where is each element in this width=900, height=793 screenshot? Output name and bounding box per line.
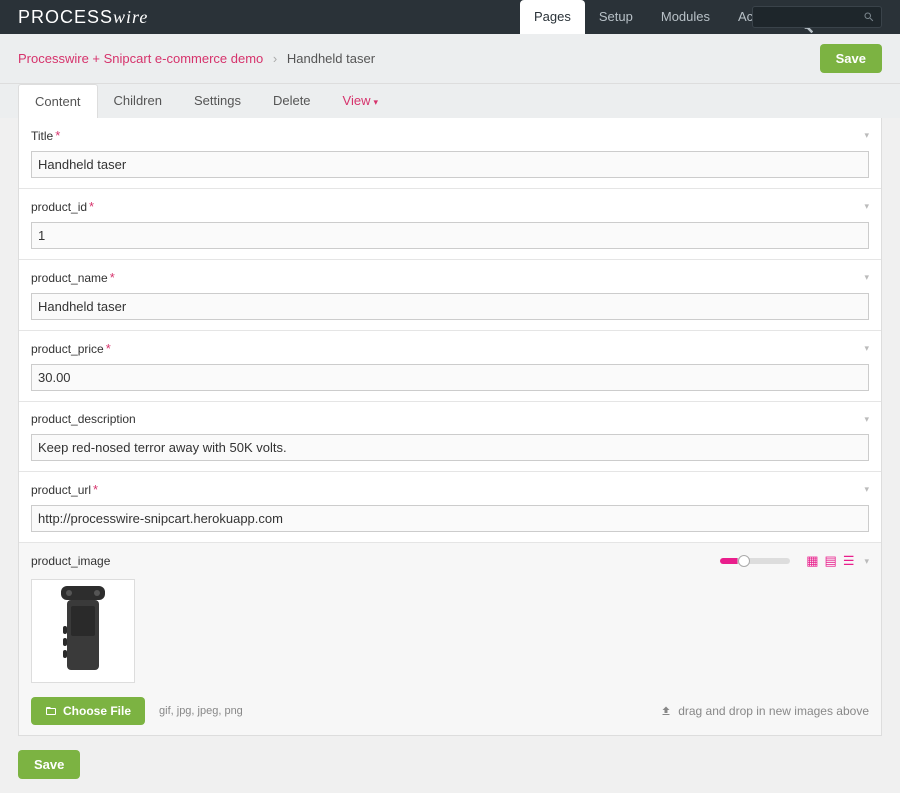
field-label: product_url bbox=[31, 483, 91, 497]
collapse-icon[interactable]: ▾ bbox=[864, 556, 869, 567]
nav-setup[interactable]: Setup bbox=[585, 0, 647, 34]
content-panel: Title* ▾ product_id* ▾ product_name* ▾ p… bbox=[18, 118, 882, 736]
upload-icon bbox=[660, 705, 672, 717]
collapse-icon[interactable]: ▾ bbox=[864, 414, 869, 425]
chevron-right-icon: › bbox=[273, 51, 277, 66]
field-label: product_description bbox=[31, 412, 136, 426]
field-label: product_price bbox=[31, 342, 104, 356]
subheader: Processwire + Snipcart e-commerce demo ›… bbox=[0, 34, 900, 84]
nav-pages[interactable]: Pages bbox=[520, 0, 585, 34]
list-left-view-icon[interactable]: ▤ bbox=[825, 553, 837, 569]
required-marker: * bbox=[106, 341, 111, 356]
product-url-input[interactable] bbox=[31, 505, 869, 532]
tabs: Content Children Settings Delete View▾ bbox=[0, 84, 900, 118]
chevron-down-icon: ▾ bbox=[373, 97, 378, 107]
field-label: product_id bbox=[31, 200, 87, 214]
breadcrumb: Processwire + Snipcart e-commerce demo ›… bbox=[18, 51, 375, 66]
breadcrumb-current: Handheld taser bbox=[287, 51, 375, 66]
field-label: product_name bbox=[31, 271, 108, 285]
required-marker: * bbox=[89, 199, 94, 214]
folder-open-icon bbox=[45, 705, 57, 717]
tab-delete[interactable]: Delete bbox=[257, 84, 327, 118]
nav-modules[interactable]: Modules bbox=[647, 0, 724, 34]
field-product-id: product_id* ▾ bbox=[19, 188, 881, 259]
search-input[interactable] bbox=[752, 6, 882, 28]
dropzone-hint: drag and drop in new images above bbox=[660, 704, 869, 718]
logo: PROCESSwire bbox=[18, 7, 148, 28]
tab-children[interactable]: Children bbox=[98, 84, 178, 118]
field-label: Title bbox=[31, 129, 53, 143]
grid-view-icon[interactable]: ▦ bbox=[806, 553, 818, 569]
product-price-input[interactable] bbox=[31, 364, 869, 391]
allowed-extensions: gif, jpg, jpeg, png bbox=[159, 705, 243, 717]
title-input[interactable] bbox=[31, 151, 869, 178]
save-button[interactable]: Save bbox=[820, 44, 882, 73]
required-marker: * bbox=[93, 482, 98, 497]
zoom-slider[interactable] bbox=[720, 558, 790, 564]
topbar: PROCESSwire Pages Setup Modules Access bbox=[0, 0, 900, 34]
product-description-input[interactable] bbox=[31, 434, 869, 461]
field-product-url: product_url* ▾ bbox=[19, 471, 881, 542]
tab-settings[interactable]: Settings bbox=[178, 84, 257, 118]
collapse-icon[interactable]: ▾ bbox=[864, 484, 869, 495]
choose-file-button[interactable]: Choose File bbox=[31, 697, 145, 725]
field-label: product_image bbox=[31, 554, 110, 568]
required-marker: * bbox=[55, 128, 60, 143]
image-thumbnail[interactable] bbox=[31, 579, 135, 683]
product-name-input[interactable] bbox=[31, 293, 869, 320]
breadcrumb-link[interactable]: Processwire + Snipcart e-commerce demo bbox=[18, 51, 263, 66]
required-marker: * bbox=[110, 270, 115, 285]
collapse-icon[interactable]: ▾ bbox=[864, 343, 869, 354]
save-button-bottom[interactable]: Save bbox=[18, 750, 80, 779]
view-mode-icons: ▦ ▤ ☰ bbox=[800, 553, 854, 569]
list-view-icon[interactable]: ☰ bbox=[843, 553, 855, 569]
search-icon bbox=[863, 11, 875, 23]
field-product-price: product_price* ▾ bbox=[19, 330, 881, 401]
collapse-icon[interactable]: ▾ bbox=[864, 201, 869, 212]
collapse-icon[interactable]: ▾ bbox=[864, 130, 869, 141]
field-title: Title* ▾ bbox=[19, 118, 881, 188]
field-product-name: product_name* ▾ bbox=[19, 259, 881, 330]
field-product-description: product_description ▾ bbox=[19, 401, 881, 471]
collapse-icon[interactable]: ▾ bbox=[864, 272, 869, 283]
product-id-input[interactable] bbox=[31, 222, 869, 249]
tab-view[interactable]: View▾ bbox=[327, 84, 394, 118]
field-product-image: product_image ▦ ▤ ☰ ▾ bbox=[19, 542, 881, 735]
tab-content[interactable]: Content bbox=[18, 84, 98, 118]
